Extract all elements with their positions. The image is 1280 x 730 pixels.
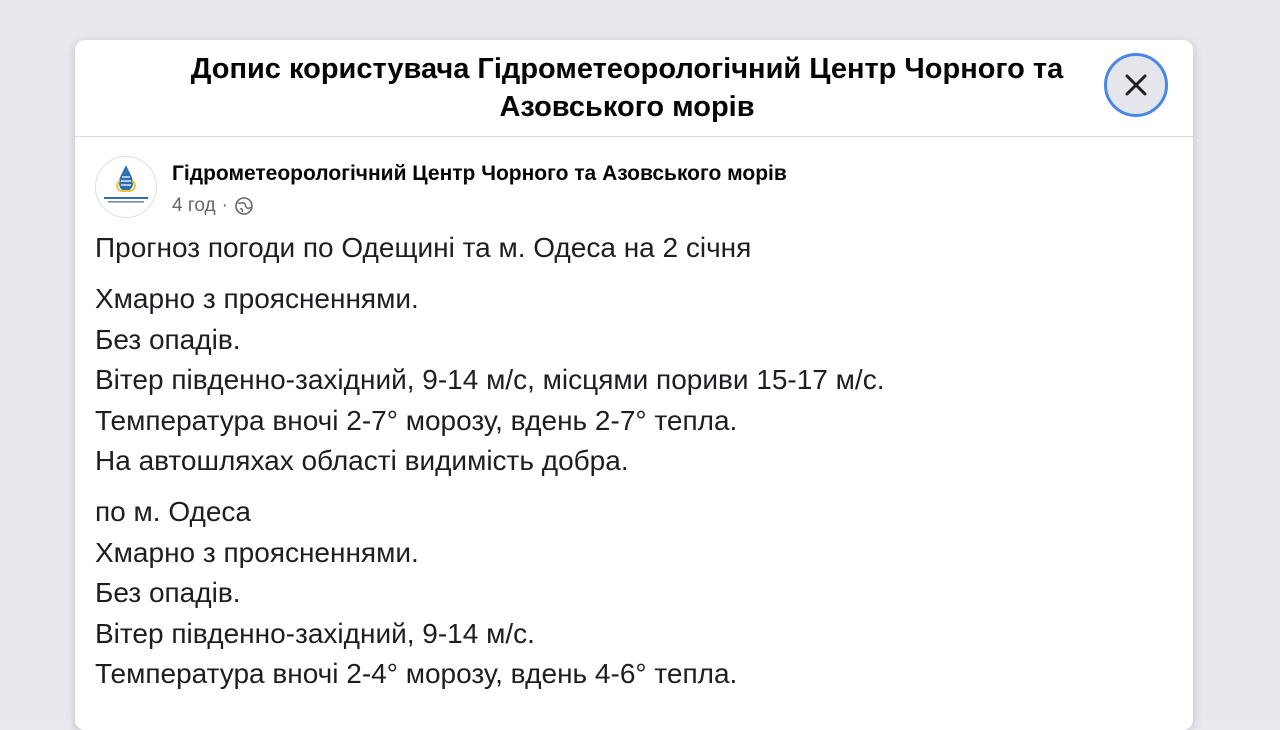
post-text-line: Без опадів. <box>95 577 241 609</box>
dialog-title: Допис користувача Гідрометеорологічний Ц… <box>190 53 1064 123</box>
post-text-line: На автошляхах області видимість добра. <box>95 444 629 476</box>
post-header: Гідрометеорологічний Центр Чорного та Аз… <box>95 156 1155 220</box>
dialog-header: Допис користувача Гідрометеорологічний Ц… <box>75 40 1193 137</box>
post-paragraph-3: по м. Одеса Хмарно з проясненнями. Без о… <box>95 492 1175 694</box>
post-text-line: Без опадів. <box>95 323 241 355</box>
post-author-name[interactable]: Гідрометеорологічний Центр Чорного та Аз… <box>172 161 787 187</box>
post-text-line: Прогноз погоди по Одещині та м. Одеса на… <box>95 232 752 263</box>
post-text-line: Хмарно з проясненнями. <box>95 283 419 315</box>
meta-separator: · <box>221 195 228 216</box>
post-meta: 4 год · <box>172 194 254 218</box>
close-icon <box>1125 74 1147 96</box>
post-text-line: Температура вночі 2-4° морозу, вдень 4-6… <box>95 657 738 689</box>
post-dialog: Допис користувача Гідрометеорологічний Ц… <box>75 40 1193 730</box>
post-text-line: Вітер південно-західний, 9-14 м/с, місця… <box>95 364 885 396</box>
hydromet-logo-icon <box>96 157 156 217</box>
post-body: Прогноз погоди по Одещині та м. Одеса на… <box>95 228 1175 694</box>
post-paragraph-1: Прогноз погоди по Одещині та м. Одеса на… <box>95 228 1175 268</box>
close-button[interactable] <box>1104 53 1168 117</box>
post-text-line: Вітер південно-західний, 9-14 м/с. <box>95 617 535 649</box>
globe-icon[interactable] <box>234 196 254 216</box>
post-timestamp[interactable]: 4 год <box>172 194 216 218</box>
post-text-line: Хмарно з проясненнями. <box>95 536 419 568</box>
post-text-line: Температура вночі 2-7° морозу, вдень 2-7… <box>95 404 738 436</box>
avatar[interactable] <box>95 156 157 218</box>
post-text-line: по м. Одеса <box>95 496 251 528</box>
post-paragraph-2: Хмарно з проясненнями. Без опадів. Вітер… <box>95 279 1175 481</box>
